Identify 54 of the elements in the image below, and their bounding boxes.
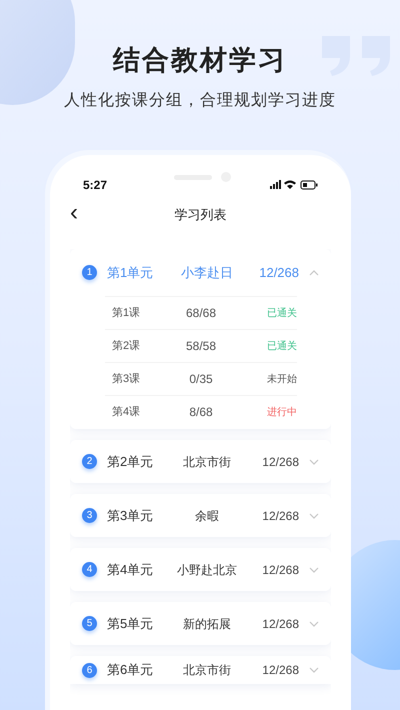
unit-progress: 12/268 xyxy=(261,454,299,470)
chevron-down-icon xyxy=(309,667,319,673)
lesson-status: 已通关 xyxy=(266,306,297,320)
lesson-status: 已通关 xyxy=(266,340,297,354)
unit-topic: 小李赴日 xyxy=(180,264,234,282)
unit-card[interactable]: 4 第4单元 小野赴北京 12/268 xyxy=(70,548,331,591)
unit-topic: 新的拓展 xyxy=(182,616,232,632)
unit-name: 第2单元 xyxy=(107,452,154,471)
lesson-status: 进行中 xyxy=(266,406,297,420)
unit-name: 第5单元 xyxy=(107,614,154,633)
chevron-down-icon xyxy=(309,620,319,626)
unit-topic: 余暇 xyxy=(194,508,220,524)
unit-name: 第6单元 xyxy=(107,661,154,680)
unit-topic: 北京市街 xyxy=(182,454,232,470)
unit-number-badge: 4 xyxy=(82,562,97,577)
unit-name: 第4单元 xyxy=(107,560,154,579)
headline: 结合教材学习 xyxy=(113,44,287,77)
unit-name: 第1单元 xyxy=(107,264,154,282)
unit-card[interactable]: 6 第6单元 北京市街 12/268 xyxy=(70,656,331,684)
chevron-down-icon xyxy=(309,566,319,572)
unit-progress: 12/268 xyxy=(261,562,299,578)
unit-card[interactable]: 5 第5单元 新的拓展 12/268 xyxy=(70,602,331,645)
chevron-down-icon xyxy=(309,458,319,464)
unit-number-badge: 2 xyxy=(82,454,97,469)
subtitle: 人性化按课分组，合理规划学习进度 xyxy=(64,90,336,111)
lesson-progress: 8/68 xyxy=(188,404,214,421)
unit-number-badge: 5 xyxy=(82,616,97,631)
lesson-name: 第4课 xyxy=(111,404,142,420)
lesson-name: 第3课 xyxy=(111,372,142,387)
status-time: 5:27 xyxy=(83,177,108,194)
unit-number-badge: 1 xyxy=(82,265,97,280)
lesson-progress: 0/35 xyxy=(188,371,214,388)
nav-title: 学习列表 xyxy=(174,206,226,224)
unit-progress: 12/268 xyxy=(261,508,299,524)
lesson-status: 未开始 xyxy=(266,372,297,386)
chevron-up-icon xyxy=(309,270,319,276)
unit-progress: 12/268 xyxy=(258,264,299,282)
lesson-progress: 68/68 xyxy=(184,305,218,322)
unit-name: 第3单元 xyxy=(107,506,154,525)
unit-topic: 小野赴北京 xyxy=(177,562,237,578)
back-button[interactable]: ‹ xyxy=(70,201,78,225)
unit-progress: 12/268 xyxy=(261,616,299,632)
status-icons xyxy=(270,180,318,190)
unit-topic: 北京市街 xyxy=(182,662,232,679)
unit-card[interactable]: 1 第1单元 小李赴日 12/268 第1课 68/68 已通关 第2课 58/58 已通关 第3课 0/35 未开始 第4课 8/68 进行中 xyxy=(70,249,331,429)
unit-number-badge: 3 xyxy=(82,508,97,523)
lesson-name: 第2课 xyxy=(111,338,142,354)
unit-card[interactable]: 3 第3单元 余暇 12/268 xyxy=(70,494,331,537)
unit-number-badge: 6 xyxy=(82,662,97,678)
unit-progress: 12/268 xyxy=(261,662,299,679)
unit-card[interactable]: 2 第2单元 北京市街 12/268 xyxy=(70,440,331,483)
lesson-name: 第1课 xyxy=(111,306,142,321)
lesson-progress: 58/58 xyxy=(184,338,218,355)
chevron-down-icon xyxy=(309,512,319,518)
